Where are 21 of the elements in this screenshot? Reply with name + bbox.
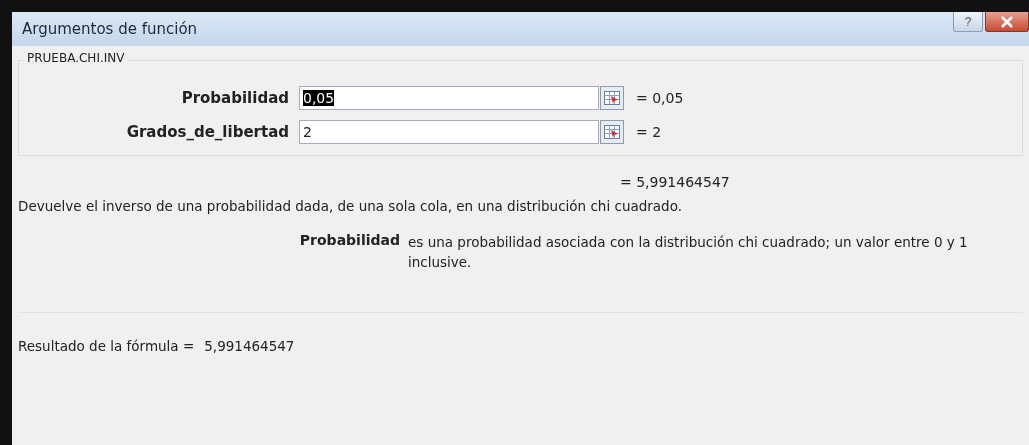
argument-description: es una probabilidad asociada con la distribución chi cuadrado; un valor entre 0 y 1 inclusive. <box>408 233 969 272</box>
argument-field[interactable]: 2 <box>299 120 599 144</box>
argument-result: = 0,05 <box>636 90 684 106</box>
function-name: PRUEBA.CHI.INV <box>23 51 129 65</box>
argument-name: Probabilidad <box>298 232 401 250</box>
grid-icon <box>604 125 620 139</box>
argument-label: Grados_de_libertad <box>125 123 290 141</box>
window-title: Argumentos de función <box>22 20 198 38</box>
argument-result: = 2 <box>636 124 662 140</box>
close-icon <box>1000 15 1014 28</box>
close-button[interactable] <box>985 12 1029 32</box>
help-button[interactable]: ? <box>953 12 983 32</box>
formula-result-label: Resultado de la fórmula = <box>18 338 195 354</box>
function-result: = 5,991464547 <box>620 174 731 190</box>
grid-icon <box>604 91 620 105</box>
argument-field[interactable]: 0,05 <box>299 86 599 110</box>
argument-label: Probabilidad <box>180 89 290 107</box>
function-description: Devuelve el inverso de una probabilidad dada, de una sola cola, en una distribución chi cuadrado. <box>18 198 683 214</box>
formula-result-value: 5,991464547 <box>204 338 295 354</box>
range-select-button[interactable] <box>600 86 624 110</box>
range-select-button[interactable] <box>600 120 624 144</box>
